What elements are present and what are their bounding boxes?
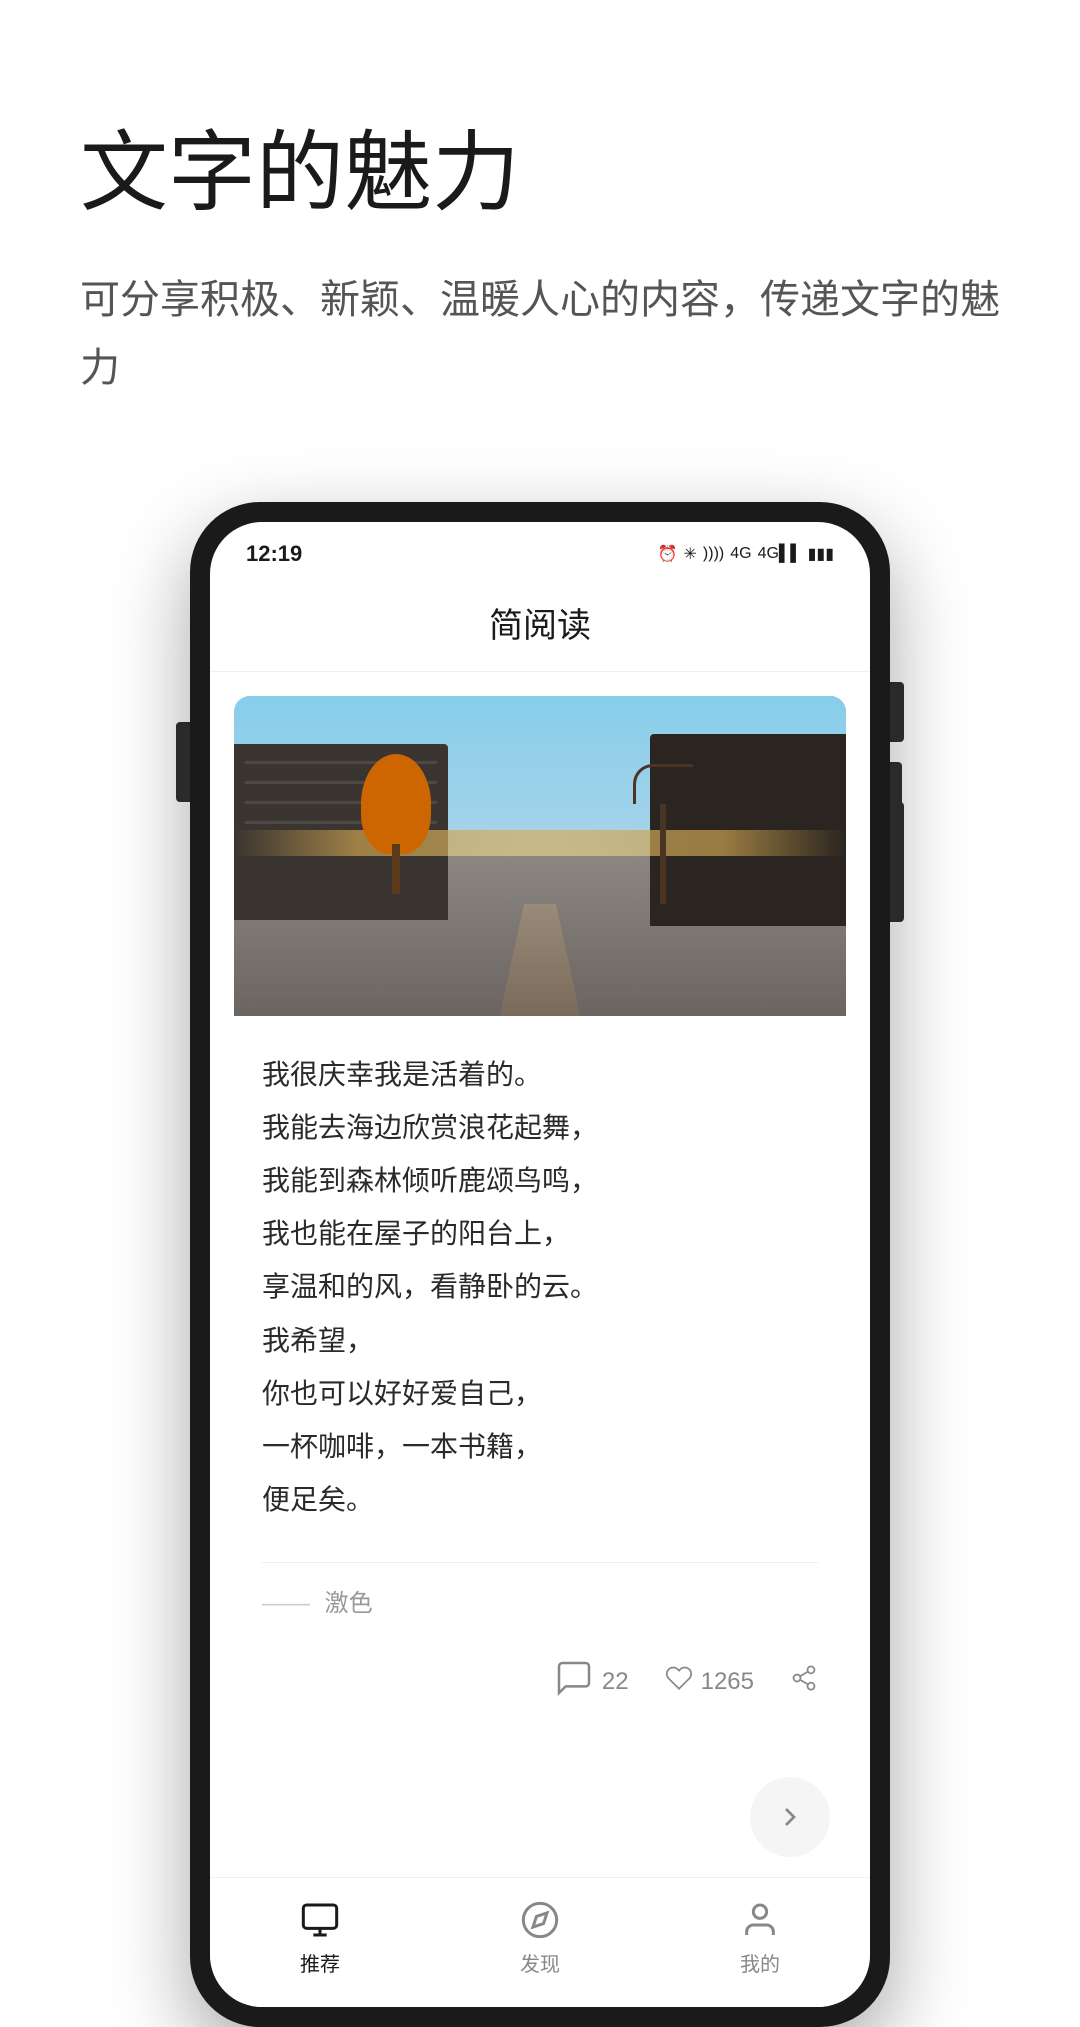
signal-4g-icon: 4G xyxy=(730,545,751,563)
phone-mockup: 12:19 ⏰ ✳ )))) 4G 4G▌▌ ▮▮▮ 简阅读 xyxy=(190,502,890,2027)
comment-action[interactable]: 22 xyxy=(554,1658,629,1705)
poem-line-4: 我也能在屋子的阳台上， xyxy=(262,1207,818,1260)
phone-right-button-2 xyxy=(890,802,904,922)
tree-bare-trunk xyxy=(660,804,666,904)
poem-line-7: 你也可以好好爱自己， xyxy=(262,1367,818,1420)
nav-label-recommend: 推荐 xyxy=(300,1948,340,1977)
share-icon xyxy=(790,1664,818,1699)
next-button-container xyxy=(210,1757,870,1877)
tree-orange xyxy=(356,754,436,894)
heart-icon xyxy=(665,1664,693,1699)
poem-line-9: 便足矣。 xyxy=(262,1473,818,1526)
discover-icon xyxy=(518,1898,562,1942)
bottom-nav: 推荐 发现 xyxy=(210,1877,870,2007)
phone-left-button xyxy=(176,722,190,802)
phone-screen: 12:19 ⏰ ✳ )))) 4G 4G▌▌ ▮▮▮ 简阅读 xyxy=(210,522,870,2008)
poem-line-2: 我能去海边欣赏浪花起舞， xyxy=(262,1101,818,1154)
poem-line-3: 我能到森林倾听鹿颂鸟鸣， xyxy=(262,1154,818,1207)
profile-icon xyxy=(738,1898,782,1942)
battery-icon: ▮▮▮ xyxy=(808,544,834,564)
poem-line-1: 我很庆幸我是活着的。 xyxy=(262,1048,818,1101)
article-image xyxy=(234,696,846,1016)
signal-4g-2-icon: 4G▌▌ xyxy=(758,545,802,563)
comment-count: 22 xyxy=(602,1668,629,1696)
article-text: 我很庆幸我是活着的。 我能去海边欣赏浪花起舞， 我能到森林倾听鹿颂鸟鸣， 我也能… xyxy=(234,1016,846,1643)
bamboo-strip xyxy=(234,830,846,856)
tree-canopy xyxy=(361,754,431,854)
tree-trunk xyxy=(392,844,400,894)
bluetooth-icon: ✳ xyxy=(684,544,697,564)
content-area: 我很庆幸我是活着的。 我能去海边欣赏浪花起舞， 我能到森林倾听鹿颂鸟鸣， 我也能… xyxy=(210,672,870,1758)
status-icons: ⏰ ✳ )))) 4G 4G▌▌ ▮▮▮ xyxy=(658,544,834,564)
article-image-scene xyxy=(234,696,846,1016)
article-author: —— 激色 xyxy=(262,1562,818,1618)
author-dash: —— xyxy=(262,1590,310,1617)
article-poem: 我很庆幸我是活着的。 我能去海边欣赏浪花起舞， 我能到森林倾听鹿颂鸟鸣， 我也能… xyxy=(262,1048,818,1527)
recommend-icon xyxy=(298,1898,342,1942)
phone-container: 12:19 ⏰ ✳ )))) 4G 4G▌▌ ▮▮▮ 简阅读 xyxy=(0,462,1080,2027)
article-actions: 22 1265 xyxy=(234,1642,846,1733)
share-action[interactable] xyxy=(790,1664,818,1699)
poem-line-6: 我希望， xyxy=(262,1314,818,1367)
next-button[interactable] xyxy=(750,1777,830,1857)
phone-right-button-1 xyxy=(890,682,904,742)
status-time: 12:19 xyxy=(246,541,302,567)
tree-bare xyxy=(633,744,693,904)
poem-line-5: 享温和的风，看静卧的云。 xyxy=(262,1260,818,1313)
poem-line-8: 一杯咖啡，一本书籍， xyxy=(262,1420,818,1473)
sub-title: 可分享积极、新颖、温暖人心的内容，传递文字的魅力 xyxy=(80,266,1000,402)
app-title-text: 简阅读 xyxy=(489,607,591,645)
comment-icon xyxy=(554,1658,594,1705)
nav-item-recommend[interactable]: 推荐 xyxy=(298,1898,342,1977)
main-title: 文字的魅力 xyxy=(80,120,1000,226)
nav-label-profile: 我的 xyxy=(740,1948,780,1977)
status-bar: 12:19 ⏰ ✳ )))) 4G 4G▌▌ ▮▮▮ xyxy=(210,522,870,578)
author-name: 激色 xyxy=(325,1590,373,1617)
header-section: 文字的魅力 可分享积极、新颖、温暖人心的内容，传递文字的魅力 xyxy=(0,0,1080,462)
tree-bare-branch xyxy=(633,764,693,804)
article-card: 我很庆幸我是活着的。 我能去海边欣赏浪花起舞， 我能到森林倾听鹿颂鸟鸣， 我也能… xyxy=(234,696,846,1734)
likes-count: 1265 xyxy=(701,1668,754,1696)
app-header: 简阅读 xyxy=(210,578,870,672)
nav-item-discover[interactable]: 发现 xyxy=(518,1898,562,1977)
wifi-icon: )))) xyxy=(703,545,724,563)
nav-label-discover: 发现 xyxy=(520,1948,560,1977)
alarm-icon: ⏰ xyxy=(658,544,678,564)
like-action[interactable]: 1265 xyxy=(665,1664,754,1699)
nav-item-profile[interactable]: 我的 xyxy=(738,1898,782,1977)
